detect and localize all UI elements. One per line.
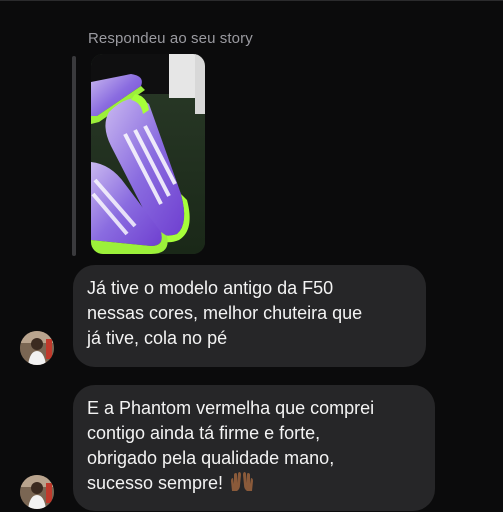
message-text-line: contigo ainda tá firme e forte, (87, 423, 321, 443)
reply-indicator-bar (72, 56, 76, 256)
message-text-line-with-emoji: sucesso sempre! (87, 471, 421, 500)
user-photo (20, 331, 54, 365)
avatar[interactable] (20, 331, 54, 365)
message-text-line: nessas cores, melhor chuteira que (87, 303, 363, 323)
message-bubble[interactable]: E a Phantom vermelha que comprei contigo… (73, 385, 435, 511)
top-divider (0, 0, 503, 1)
football-boots-photo (91, 54, 205, 254)
raising-hands-icon (229, 471, 255, 500)
message-text-line: Já tive o modelo antigo da F50 (87, 278, 334, 298)
message-text-line: já tive, cola no pé (87, 328, 228, 348)
reply-caption: Respondeu ao seu story (88, 30, 253, 47)
message-text: sucesso sempre! (87, 473, 224, 493)
message-text-line: obrigado pela qualidade mano, (87, 448, 335, 468)
message-bubble[interactable]: Já tive o modelo antigo da F50 nessas co… (73, 265, 426, 367)
user-photo (20, 475, 54, 509)
story-thumbnail[interactable] (91, 54, 205, 254)
avatar[interactable] (20, 475, 54, 509)
message-text-line: E a Phantom vermelha que comprei (87, 398, 375, 418)
